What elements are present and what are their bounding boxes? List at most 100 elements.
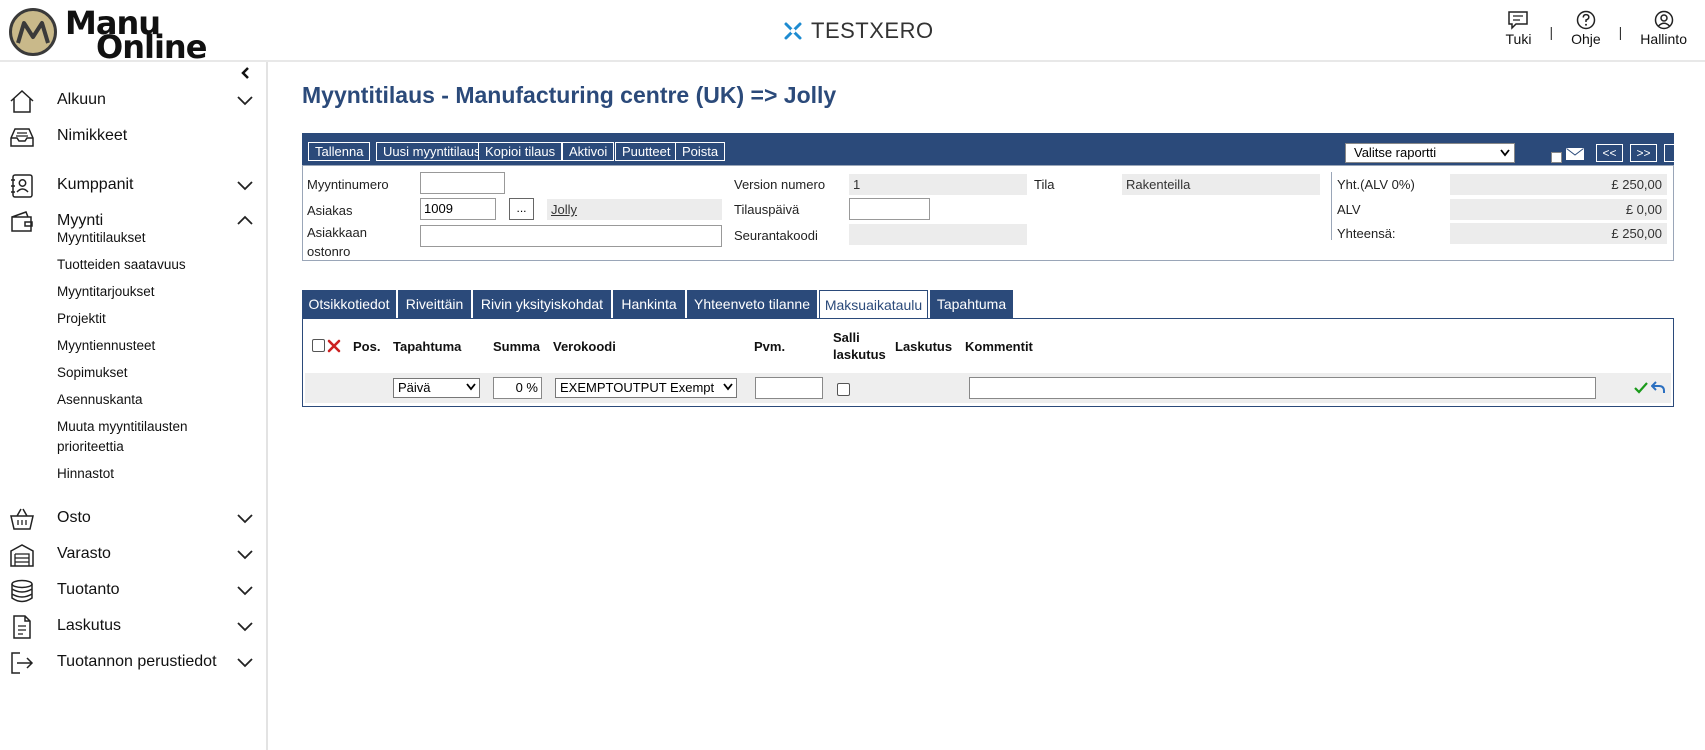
- tax-code-select[interactable]: EXEMPTOUTPUT Exempt: [555, 378, 737, 398]
- warehouse-icon: [10, 544, 34, 567]
- customer-lookup-button[interactable]: ...: [509, 198, 534, 220]
- confirm-check-icon[interactable]: [1634, 382, 1648, 394]
- sidebar-item-label: Osto: [57, 509, 91, 526]
- order-date-field[interactable]: [849, 198, 930, 220]
- save-button[interactable]: Tallenna: [308, 142, 371, 161]
- header-links: Tuki | Ohje | Hallinto: [1506, 10, 1687, 47]
- next-button[interactable]: >>: [1630, 144, 1657, 162]
- chevron-down-icon: [237, 550, 253, 560]
- comment-input[interactable]: [969, 377, 1596, 399]
- chevron-down-icon: [237, 586, 253, 596]
- delete-selected-icon[interactable]: [327, 339, 341, 353]
- customer-number-field[interactable]: 1009: [420, 198, 496, 220]
- chat-icon: [1508, 11, 1529, 30]
- undo-icon[interactable]: [1651, 381, 1665, 394]
- sidebar-subitem-sopimukset[interactable]: Sopimukset: [57, 363, 128, 383]
- tab-rivin-yksityiskohdat[interactable]: Rivin yksityiskohdat: [473, 290, 611, 318]
- company-switcher[interactable]: TESTXERO: [783, 16, 934, 46]
- attach-button[interactable]: [1664, 144, 1696, 162]
- customer-po-label-line2: ostonro: [307, 244, 351, 259]
- vat-value: £ 0,00: [1450, 199, 1667, 220]
- admin-label: Hallinto: [1640, 31, 1687, 47]
- tab-yhteenveto-tilanne[interactable]: Yhteenveto tilanne: [687, 290, 817, 318]
- help-link[interactable]: Ohje: [1571, 10, 1601, 47]
- order-toolbar: Tallenna Uusi myyntitilaus Kopioi tilaus…: [302, 133, 1696, 165]
- sidebar-item-varasto[interactable]: Varasto: [0, 538, 266, 570]
- support-link[interactable]: Tuki: [1506, 10, 1531, 47]
- copy-order-button[interactable]: Kopioi tilaus: [478, 142, 563, 161]
- sidebar-subitem-hinnastot[interactable]: Hinnastot: [57, 464, 114, 484]
- sidebar-subitem-myyntitarjoukset[interactable]: Myyntitarjoukset: [57, 282, 155, 302]
- sidebar-subitem-prioriteetti[interactable]: Muuta myyntitilausten: [57, 417, 188, 437]
- mail-icon[interactable]: [1566, 148, 1584, 160]
- col-header-pvm: Pvm.: [754, 339, 786, 354]
- tracking-code-value: [849, 224, 1027, 245]
- net-total-value: £ 250,00: [1450, 174, 1667, 195]
- sidebar-subitem-myyntiennusteet[interactable]: Myyntiennusteet: [57, 336, 155, 356]
- delete-button[interactable]: Poista: [675, 142, 726, 161]
- sidebar-collapse-button[interactable]: [241, 66, 251, 82]
- chevron-down-icon: [466, 383, 476, 391]
- chevron-down-icon: [237, 622, 253, 632]
- tax-code-select-value: EXEMPTOUTPUT Exempt: [560, 380, 715, 395]
- version-number-value: 1: [849, 174, 1027, 195]
- previous-button[interactable]: <<: [1596, 144, 1623, 162]
- sidebar-item-tuotannon-perustiedot[interactable]: Tuotannon perustiedot: [0, 646, 266, 678]
- chevron-down-icon: [237, 514, 253, 524]
- chevron-down-icon: [1500, 149, 1510, 157]
- activate-button[interactable]: Aktivoi: [562, 142, 615, 161]
- tracking-code-label: Seurantakoodi: [734, 228, 818, 243]
- chevron-up-icon: [237, 215, 253, 225]
- sidebar-item-nimikkeet[interactable]: Nimikkeet: [0, 120, 266, 152]
- admin-link[interactable]: Hallinto: [1640, 10, 1687, 47]
- main-content: Myyntitilaus - Manufacturing centre (UK)…: [270, 62, 1705, 750]
- date-input[interactable]: [755, 377, 823, 399]
- event-select[interactable]: Päivä: [393, 378, 480, 398]
- report-email-checkbox[interactable]: [1551, 152, 1562, 163]
- form-divider: [1331, 172, 1332, 240]
- event-select-value: Päivä: [398, 380, 431, 395]
- sidebar-item-kumppanit[interactable]: Kumppanit: [0, 169, 266, 201]
- allow-billing-checkbox[interactable]: [837, 383, 850, 396]
- page-title: Myyntitilaus - Manufacturing centre (UK)…: [302, 82, 837, 108]
- report-select[interactable]: Valitse raportti: [1345, 143, 1515, 163]
- tab-riveittain[interactable]: Riveittäin: [398, 290, 471, 318]
- top-bar: Manu Online TESTXERO Tuki | Ohje | Halli…: [0, 0, 1705, 66]
- chevron-down-icon: [237, 181, 253, 191]
- manu-online-logo[interactable]: Manu Online: [9, 4, 207, 66]
- basket-icon: [10, 508, 34, 530]
- net-total-label: Yht.(ALV 0%): [1337, 177, 1415, 192]
- amount-percent-input[interactable]: 0 %: [493, 377, 542, 399]
- sidebar-item-label: Nimikkeet: [57, 127, 128, 144]
- customer-name-link[interactable]: Jolly: [547, 199, 722, 220]
- paperclip-icon: [1676, 145, 1686, 158]
- chevron-down-icon: [237, 96, 253, 106]
- sidebar-item-osto[interactable]: Osto: [0, 502, 266, 534]
- status-value: Rakenteilla: [1122, 174, 1320, 195]
- tab-otsikkotiedot[interactable]: Otsikkotiedot: [302, 290, 396, 318]
- logo-text-line2: Online: [96, 28, 207, 66]
- shortages-button[interactable]: Puutteet: [615, 142, 678, 161]
- sidebar-item-label: Varasto: [57, 545, 111, 562]
- col-header-laskutus-line2: laskutus: [833, 347, 886, 362]
- sidebar-item-laskutus[interactable]: Laskutus: [0, 610, 266, 642]
- tab-maksuaikataulu[interactable]: Maksuaikataulu: [819, 290, 928, 320]
- col-header-tapahtuma: Tapahtuma: [393, 339, 462, 354]
- sidebar-item-tuotanto[interactable]: Tuotanto: [0, 574, 266, 606]
- col-header-laskutus: Laskutus: [895, 339, 953, 354]
- sidebar-subitem-projektit[interactable]: Projektit: [57, 309, 106, 329]
- col-header-kommentit: Kommentit: [965, 339, 1033, 354]
- payment-schedule-grid: Pos. Tapahtuma Summa Verokoodi Pvm. Sall…: [302, 318, 1674, 407]
- select-all-checkbox[interactable]: [312, 339, 325, 352]
- sidebar-item-alkuun[interactable]: Alkuun: [0, 84, 266, 116]
- new-sales-order-button[interactable]: Uusi myyntitilaus: [376, 142, 488, 161]
- sidebar-subitem-asennuskanta[interactable]: Asennuskanta: [57, 390, 143, 410]
- sidebar-subitem-prioriteetti-line2[interactable]: prioriteettia: [57, 437, 124, 457]
- sidebar-subitem-myyntitilaukset[interactable]: Myyntitilaukset: [57, 228, 146, 248]
- order-number-field[interactable]: [420, 172, 505, 194]
- sidebar-subitem-tuotteiden-saatavuus[interactable]: Tuotteiden saatavuus: [57, 255, 186, 275]
- customer-po-field[interactable]: [420, 225, 722, 247]
- tab-tapahtuma[interactable]: Tapahtuma: [930, 290, 1013, 318]
- col-header-verokoodi: Verokoodi: [553, 339, 616, 354]
- tab-hankinta[interactable]: Hankinta: [613, 290, 685, 318]
